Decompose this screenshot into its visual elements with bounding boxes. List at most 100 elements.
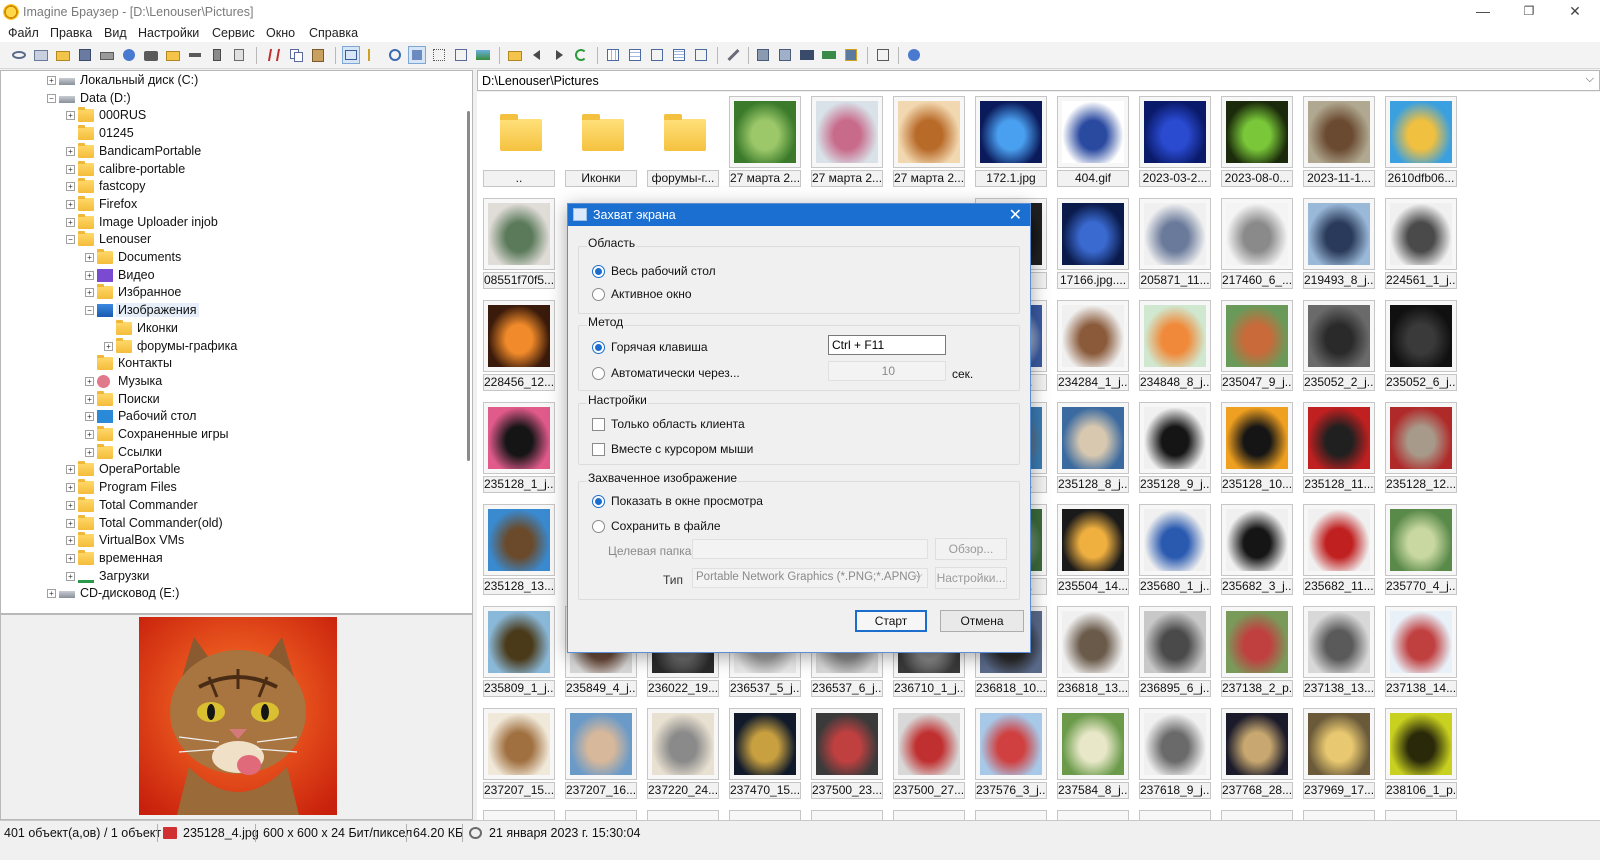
type-chevron-down-icon[interactable]: ⌵ [915, 570, 923, 581]
menu-file[interactable]: Файл [8, 26, 39, 40]
expand-icon[interactable]: + [47, 589, 56, 599]
minimize-button[interactable]: — [1460, 0, 1506, 24]
image-thumbnail[interactable]: 235128_9_j... [1139, 402, 1211, 494]
image-thumbnail[interactable]: 237138_14... [1385, 606, 1457, 698]
image-thumbnail[interactable]: 237618_9_j... [1139, 708, 1211, 800]
image-thumbnail[interactable]: 224561_1_j... [1385, 198, 1457, 290]
image-thumbnail[interactable]: 235809_1_j... [483, 606, 555, 698]
target-folder-input[interactable] [692, 539, 928, 559]
slideshow-icon[interactable] [387, 47, 403, 63]
image-thumbnail[interactable]: 235128_13... [483, 504, 555, 596]
expand-icon[interactable]: + [85, 253, 94, 262]
address-bar[interactable]: D:\Lenouser\Pictures ⌵ [477, 70, 1600, 91]
radio-show-in-viewer[interactable] [592, 495, 605, 508]
image-thumbnail[interactable]: 237470_15... [729, 708, 801, 800]
image-thumbnail[interactable]: 235680_1_j... [1139, 504, 1211, 596]
camera-icon[interactable] [143, 47, 159, 63]
expand-icon[interactable]: + [66, 199, 75, 209]
image-thumbnail[interactable]: 172.1.jpg [975, 96, 1047, 188]
thumbnail-frame[interactable] [1221, 810, 1293, 820]
expand-icon[interactable]: + [85, 288, 94, 298]
image-thumbnail[interactable]: 17166.jpg.... [1057, 198, 1129, 290]
folder-tree[interactable]: + Локальный диск (C:) − Data (D:) +000RUS 012… [0, 70, 473, 614]
image-thumbnail[interactable]: 237768_28... [1221, 708, 1293, 800]
expand-icon[interactable]: + [66, 164, 75, 174]
image-thumbnail[interactable]: 237969_17... [1303, 708, 1375, 800]
paste-icon[interactable] [310, 47, 326, 63]
image-thumbnail[interactable]: 2610dfb06... [1385, 96, 1457, 188]
fullscreen-icon[interactable] [453, 47, 469, 63]
refresh-icon[interactable] [573, 47, 589, 63]
image-thumbnail[interactable]: 238106_1_p... [1385, 708, 1457, 800]
image-thumbnail[interactable]: 235128_1_j... [483, 402, 555, 494]
radio-auto-delay[interactable] [592, 367, 605, 380]
grid-icon[interactable] [431, 47, 447, 63]
image-thumbnail[interactable]: 235128_12... [1385, 402, 1457, 494]
maximize-button[interactable]: ❐ [1506, 0, 1552, 24]
image-thumbnail[interactable]: 2023-08-0... [1221, 96, 1293, 188]
image-thumbnail[interactable]: 237576_3_j... [975, 708, 1047, 800]
image-thumbnail[interactable]: 27 марта 2... [729, 96, 801, 188]
image-thumbnail[interactable]: 219493_8_j... [1303, 198, 1375, 290]
info-icon[interactable] [121, 47, 137, 63]
expand-icon[interactable]: + [66, 146, 75, 156]
chevron-down-icon[interactable]: ⌵ [1586, 73, 1594, 86]
expand-icon[interactable]: + [66, 536, 75, 546]
help-icon[interactable] [906, 47, 922, 63]
menu-view[interactable]: Вид [104, 26, 127, 40]
file-type-select[interactable]: Portable Network Graphics (*.PNG;*.APNG) [692, 568, 928, 588]
forward-icon[interactable] [551, 47, 567, 63]
radio-active-window[interactable] [592, 288, 605, 301]
image-thumbnail[interactable]: 27 марта 2... [811, 96, 883, 188]
whole-desktop-label[interactable]: Весь рабочий стол [611, 264, 716, 278]
image-thumbnail[interactable]: 237138_13... [1303, 606, 1375, 698]
image-thumbnail[interactable]: 237500_27... [893, 708, 965, 800]
image-thumbnail[interactable]: 235682_3_j... [1221, 504, 1293, 596]
image-thumbnail[interactable]: 2023-03-2... [1139, 96, 1211, 188]
image-thumbnail[interactable]: 235770_4_j... [1385, 504, 1457, 596]
image-icon[interactable] [475, 47, 491, 63]
dialog-close-icon[interactable]: ✕ [1009, 205, 1022, 225]
menu-edit[interactable]: Правка [50, 26, 92, 40]
delay-seconds-field[interactable]: 10 [828, 361, 946, 381]
collapse-icon[interactable]: − [47, 93, 56, 103]
browse-button[interactable]: Обзор... [935, 538, 1007, 560]
image-thumbnail[interactable]: 404.gif [1057, 96, 1129, 188]
thumbnail-frame[interactable] [565, 810, 637, 820]
auto-delay-label[interactable]: Автоматически через... [611, 366, 740, 380]
small-icons-icon[interactable] [627, 47, 643, 63]
save-to-file-label[interactable]: Сохранить в файле [611, 519, 721, 533]
thumbnails-view-icon[interactable] [342, 46, 360, 64]
expand-icon[interactable]: + [66, 111, 75, 121]
thumbnail-frame[interactable] [811, 810, 883, 820]
expand-icon[interactable]: + [66, 518, 75, 528]
cancel-button[interactable]: Отмена [940, 610, 1024, 632]
menu-service[interactable]: Сервис [212, 26, 255, 40]
thumbnail-frame[interactable] [729, 810, 801, 820]
image-thumbnail[interactable]: 235052_2_j... [1303, 300, 1375, 392]
checkbox-client-area-only[interactable] [592, 418, 605, 431]
thumbnail-frame[interactable] [647, 810, 719, 820]
image-thumbnail[interactable]: 237584_8_j... [1057, 708, 1129, 800]
columns-view-icon[interactable] [693, 47, 709, 63]
expand-icon[interactable]: + [85, 376, 94, 386]
thumbnail-frame[interactable] [483, 810, 555, 820]
radio-save-to-file[interactable] [592, 520, 605, 533]
image-thumbnail[interactable]: 235128_10... [1221, 402, 1293, 494]
folder-thumbnail[interactable]: .. [483, 96, 555, 188]
delete-icon[interactable] [209, 47, 225, 63]
path-text[interactable]: D:\Lenouser\Pictures [482, 74, 599, 88]
convert-icon[interactable] [777, 47, 793, 63]
properties-icon[interactable] [231, 47, 247, 63]
tree-scrollbar[interactable] [467, 111, 470, 461]
tree-view-icon[interactable] [365, 47, 381, 63]
menu-help[interactable]: Справка [309, 26, 358, 40]
radio-whole-desktop[interactable] [592, 265, 605, 278]
batch-icon[interactable] [755, 47, 771, 63]
image-thumbnail[interactable]: 237138_2_p... [1221, 606, 1293, 698]
expand-icon[interactable]: + [85, 430, 94, 439]
expand-icon[interactable]: + [66, 553, 75, 563]
rename-icon[interactable] [187, 47, 203, 63]
thumbnail-frame[interactable] [1139, 810, 1211, 820]
image-thumbnail[interactable]: 235504_14... [1057, 504, 1129, 596]
